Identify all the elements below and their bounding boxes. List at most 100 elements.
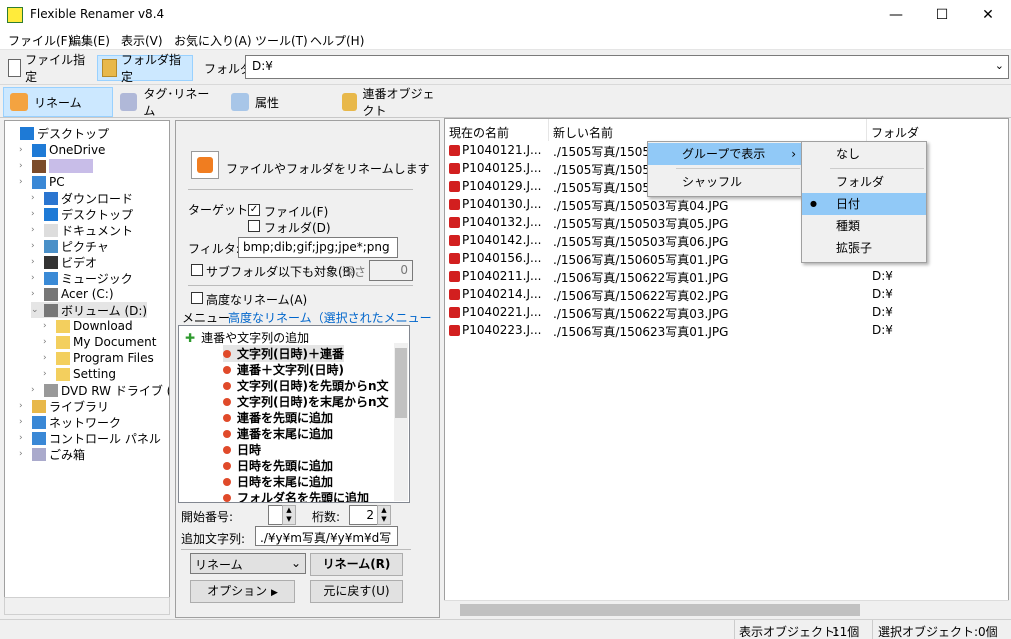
close-button[interactable]: ✕ (965, 0, 1011, 30)
minimize-button[interactable]: — (873, 0, 919, 30)
tree-item[interactable]: デスクトップ (7, 125, 109, 141)
list-row-current[interactable]: P1040156.J... (449, 251, 541, 269)
rename-button[interactable]: リネーム(R) (310, 553, 403, 576)
tree-item[interactable]: › OneDrive (19, 142, 105, 158)
tab-attributes[interactable]: 属性 (225, 87, 335, 117)
group-option[interactable]: フォルダ (802, 171, 926, 193)
chevron-down-icon[interactable]: ⌄ (995, 59, 1004, 72)
menu-tree-item[interactable]: 連番＋文字列(日時) (223, 361, 344, 378)
list-row-current[interactable]: P1040221.J... (449, 305, 541, 323)
menu-tree-item[interactable]: フォルダ名を先頭に追加 (223, 489, 369, 502)
list-row-current[interactable]: P1040223.J... (449, 323, 541, 341)
group-display-menu-item[interactable]: グループで表示 › (648, 143, 802, 165)
expand-icon[interactable]: › (19, 145, 29, 155)
group-option[interactable]: 拡張子 (802, 237, 926, 259)
expand-icon[interactable]: › (31, 225, 41, 235)
tree-item[interactable]: › Download (43, 318, 133, 334)
tree-item[interactable]: › Acer (C:) (31, 286, 114, 302)
expand-icon[interactable]: › (19, 161, 29, 171)
folder-path-combobox[interactable]: D:¥ ⌄ (245, 55, 1009, 79)
expand-icon[interactable]: › (19, 417, 29, 427)
menu-edit[interactable]: 編集(E) (69, 32, 110, 49)
tree-item[interactable]: ⌄ ボリューム (D:) (31, 302, 148, 318)
digits-input[interactable]: 2 (349, 505, 379, 525)
expand-icon[interactable]: › (31, 241, 41, 251)
column-current-name[interactable]: 現在の名前 (445, 119, 549, 141)
maximize-button[interactable]: ☐ (919, 0, 965, 30)
menu-favorites[interactable]: お気に入り(A) (174, 32, 252, 49)
target-file-checkbox[interactable]: ✓ (248, 204, 260, 216)
tree-item[interactable]: › コントロール パネル (19, 430, 161, 446)
list-row-current[interactable]: P1040121.J... (449, 143, 541, 161)
tab-rename[interactable]: リネーム (3, 87, 113, 117)
expand-icon[interactable]: › (31, 289, 41, 299)
tree-item[interactable]: › ミュージック (31, 270, 133, 286)
expand-icon[interactable]: › (31, 385, 41, 395)
tree-item[interactable]: › デスクトップ (31, 206, 133, 222)
tree-item[interactable]: › ネットワーク (19, 414, 121, 430)
menu-view[interactable]: 表示(V) (121, 32, 163, 49)
tree-item[interactable]: › My Document (43, 334, 156, 350)
target-folder-checkbox[interactable] (248, 220, 260, 232)
tree-item[interactable]: › Program Files (43, 350, 154, 366)
menu-tree-item[interactable]: 連番を末尾に追加 (223, 425, 333, 442)
menu-tree-item[interactable]: 連番を先頭に追加 (223, 409, 333, 426)
tree-item[interactable]: › ピクチャ (31, 238, 109, 254)
tree-item[interactable]: › ライブラリ (19, 398, 109, 414)
tab-serial-object[interactable]: 連番オブジェクト (336, 87, 446, 118)
list-row-current[interactable]: P1040132.J... (449, 215, 541, 233)
menu-tree-item[interactable]: 日時を末尾に追加 (223, 473, 333, 490)
options-button[interactable]: オプション ▶ (190, 580, 295, 603)
tree-item[interactable]: › ビデオ (31, 254, 97, 270)
start-number-spinner[interactable]: ▲ ▼ (282, 505, 296, 525)
folder-tree[interactable]: デスクトップ › OneDrive › › PC › ダウンロード › デスクトップ › ドキュメント… (4, 120, 170, 615)
shuffle-menu-item[interactable]: シャッフル (648, 171, 802, 193)
tree-item[interactable]: › PC (19, 174, 65, 190)
list-row-current[interactable]: P1040211.J... (449, 269, 541, 287)
list-row-current[interactable]: P1040125.J... (449, 161, 541, 179)
menu-tree-item[interactable]: 文字列(日時)＋連番 (223, 345, 344, 362)
expand-icon[interactable]: › (19, 401, 29, 411)
file-mode-button[interactable]: ファイル指定 (4, 53, 96, 84)
rename-menu-tree[interactable]: ✚ 連番や文字列の追加 文字列(日時)＋連番 連番＋文字列(日時) 文字列(日時)を先頭… (178, 325, 410, 503)
menu-tree-item[interactable]: 日時 (223, 441, 261, 458)
menu-file[interactable]: ファイル(F) (8, 32, 72, 49)
list-horizontal-scrollbar[interactable] (444, 600, 1009, 618)
depth-input[interactable]: 0 (369, 260, 413, 281)
expand-icon[interactable]: ⌄ (31, 305, 41, 315)
menu-tree-item[interactable]: 文字列(日時)を先頭からn文 (223, 377, 389, 394)
list-row-current[interactable]: P1040214.J... (449, 287, 541, 305)
expand-icon[interactable]: › (43, 321, 53, 331)
tree-item[interactable]: › Setting (43, 366, 116, 382)
filter-combobox[interactable]: bmp;dib;gif;jpg;jpe*;png (238, 237, 398, 258)
expand-icon[interactable]: › (31, 273, 41, 283)
menu-tree-item[interactable]: 文字列(日時)を末尾からn文 (223, 393, 389, 410)
append-string-input[interactable]: ./¥y¥m写真/¥y¥m¥d写 (255, 526, 398, 546)
expand-icon[interactable]: › (19, 177, 29, 187)
expand-icon[interactable]: › (43, 337, 53, 347)
expand-icon[interactable]: › (31, 257, 41, 267)
tree-item[interactable]: › ごみ箱 (19, 446, 85, 462)
expand-icon[interactable]: › (31, 193, 41, 203)
mode-combobox[interactable]: リネーム ⌄ (190, 553, 306, 574)
menu-tree-item[interactable]: 日時を先頭に追加 (223, 457, 333, 474)
list-row-current[interactable]: P1040130.J... (449, 197, 541, 215)
expand-icon[interactable]: › (19, 449, 29, 459)
tree-item[interactable]: › ドキュメント (31, 222, 133, 238)
advanced-rename-checkbox[interactable] (191, 292, 203, 304)
expand-icon[interactable]: › (43, 353, 53, 363)
expand-icon[interactable]: › (43, 369, 53, 379)
subfolder-checkbox[interactable] (191, 264, 203, 276)
column-folder[interactable]: フォルダ (867, 119, 1008, 141)
tree-item[interactable]: › DVD RW ドライブ (E:) (31, 382, 169, 398)
group-option[interactable]: 種類 (802, 215, 926, 237)
expand-icon[interactable]: › (19, 433, 29, 443)
folder-mode-button[interactable]: フォルダ指定 (97, 53, 193, 84)
menu-tree-scrollbar[interactable] (394, 343, 408, 501)
undo-button[interactable]: 元に戻す(U) (310, 580, 403, 603)
tree-item[interactable]: › ダウンロード (31, 190, 133, 206)
menu-tree-root[interactable]: ✚ 連番や文字列の追加 (185, 329, 309, 346)
group-option[interactable]: なし (802, 143, 926, 165)
digits-spinner[interactable]: ▲ ▼ (377, 505, 391, 525)
tree-horizontal-scrollbar[interactable] (4, 597, 170, 615)
